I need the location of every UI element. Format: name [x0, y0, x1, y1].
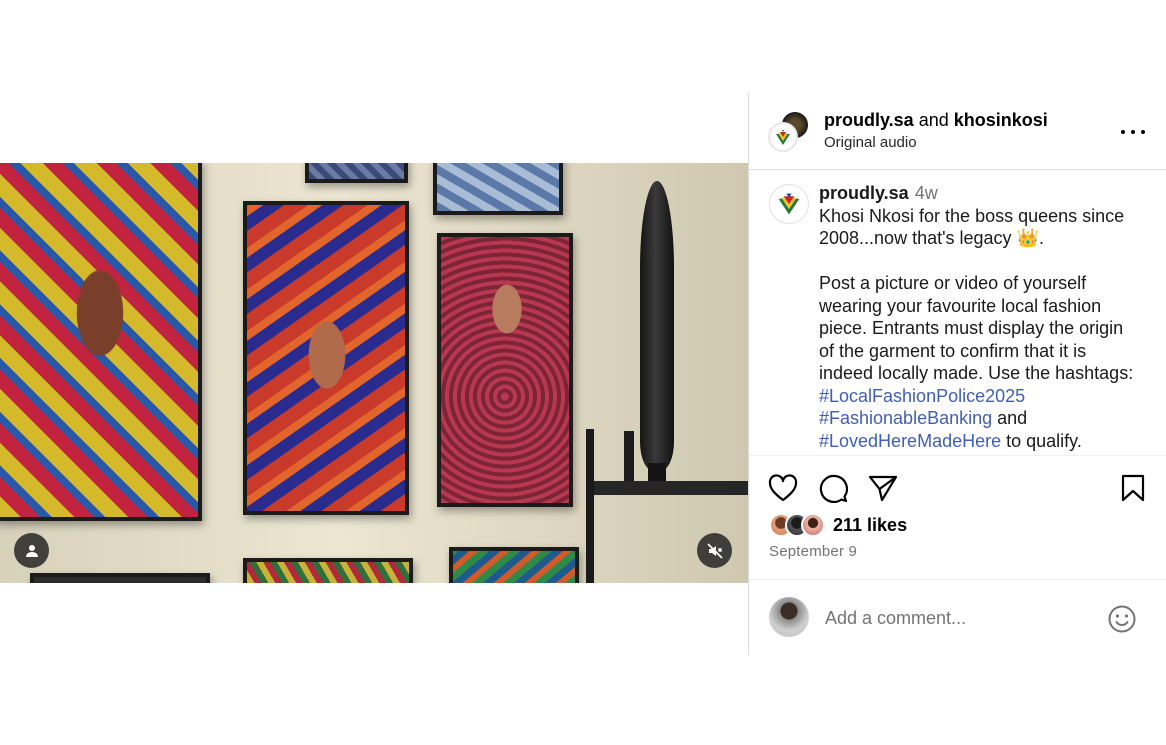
likes-count[interactable]: 211 likes	[833, 515, 907, 536]
comment-composer	[749, 579, 1166, 655]
post-side-panel: proudly.sa and khosinkosi Original audio…	[748, 93, 1166, 655]
collab-avatars[interactable]	[768, 110, 810, 152]
shelf-leg	[586, 429, 594, 583]
caption-line: indeed locally made. Use the hashtags:	[819, 363, 1134, 383]
painting	[243, 201, 409, 515]
comment-input[interactable]	[825, 606, 1085, 630]
share-icon	[868, 475, 898, 502]
username-link[interactable]: proudly.sa	[824, 110, 914, 130]
emoji-icon	[1108, 605, 1136, 633]
post-header: proudly.sa and khosinkosi Original audio	[749, 93, 1166, 170]
caption-text: proudly.sa 4w Khosi Nkosi for the boss qu…	[819, 182, 1149, 452]
caption-line: Post a picture or video of yourself	[819, 273, 1087, 293]
heart-icon	[768, 474, 798, 502]
post-video[interactable]	[0, 163, 748, 583]
comment-button[interactable]	[817, 472, 849, 504]
action-bar	[749, 455, 1166, 515]
username-link[interactable]: khosinkosi	[954, 110, 1048, 130]
likes-summary[interactable]: 211 likes	[769, 512, 907, 538]
caption-scroll-area[interactable]: proudly.sa 4w Khosi Nkosi for the boss qu…	[749, 171, 1166, 455]
header-usernames: proudly.sa and khosinkosi	[824, 110, 1048, 131]
caption-and: and	[997, 408, 1028, 428]
audio-link[interactable]: Original audio	[824, 134, 917, 151]
caption-line: piece. Entrants must display the origin	[819, 318, 1124, 338]
person-icon	[25, 544, 38, 557]
carved-mask	[640, 181, 674, 471]
painting	[433, 163, 563, 215]
speaker-muted-icon	[706, 542, 723, 559]
more-options-icon[interactable]	[1121, 122, 1145, 142]
painting	[305, 163, 408, 183]
caption-username[interactable]: proudly.sa	[819, 183, 909, 203]
avatar	[801, 513, 825, 537]
avatar	[769, 597, 809, 637]
painting	[0, 163, 202, 521]
painting	[30, 573, 210, 583]
proudly-sa-logo	[776, 130, 790, 145]
caption-line: 2008...now that's legacy 👑.	[819, 228, 1044, 248]
like-button[interactable]	[767, 472, 799, 504]
painting	[449, 547, 579, 583]
emoji-button[interactable]	[1107, 604, 1137, 634]
header-joiner: and	[918, 110, 949, 130]
hashtag-link[interactable]: #LocalFashionPolice2025	[819, 386, 1025, 406]
comment-icon	[819, 474, 848, 503]
caption-line: wearing your favourite local fashion	[819, 295, 1102, 316]
mute-button[interactable]	[697, 533, 732, 568]
hashtag-link[interactable]: #FashionableBanking	[819, 408, 992, 428]
caption-qualify: to qualify.	[1006, 430, 1082, 451]
save-button[interactable]	[1117, 472, 1149, 504]
tagged-people-button[interactable]	[14, 533, 49, 568]
hashtag-link[interactable]: #LovedHereMadeHere	[819, 431, 1001, 451]
painting	[243, 558, 413, 583]
shelf-top	[592, 481, 748, 495]
proudly-sa-logo	[778, 193, 800, 215]
post-date: September 9	[769, 543, 858, 560]
avatar[interactable]	[768, 122, 798, 152]
bookmark-icon	[1121, 474, 1145, 502]
avatar[interactable]	[769, 184, 809, 224]
painting	[437, 233, 573, 507]
post-time[interactable]: 4w	[915, 183, 938, 203]
caption-line: of the garment to confirm that it is	[819, 340, 1087, 361]
caption-line: Khosi Nkosi for the boss queens since	[819, 205, 1125, 226]
share-button[interactable]	[867, 472, 899, 504]
